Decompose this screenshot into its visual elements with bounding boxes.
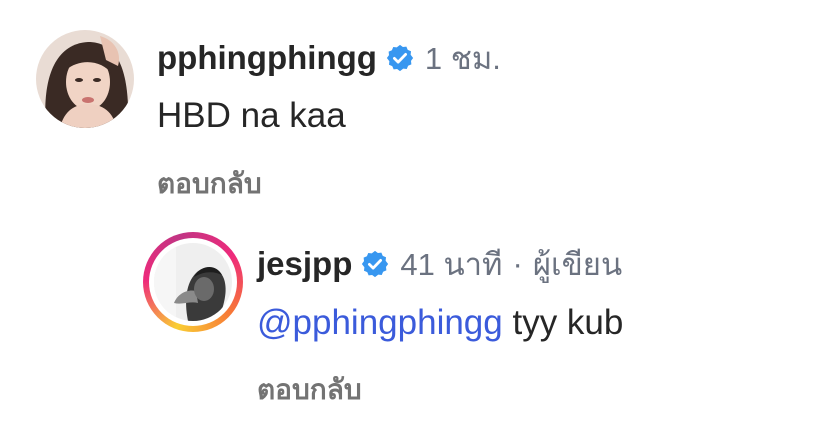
- profile-photo-icon: [36, 30, 134, 128]
- avatar[interactable]: [154, 243, 232, 321]
- comment-header: pphingphingg 1 ชม.: [157, 36, 501, 80]
- username[interactable]: pphingphingg: [157, 39, 377, 77]
- comment: pphingphingg 1 ชม. HBD na kaa ตอบกลับ: [0, 0, 823, 210]
- comment-time: 1 ชม.: [424, 41, 501, 76]
- comment-header: jesjpp 41 นาที · ผู้เขียน: [257, 242, 622, 286]
- verified-badge-icon: [360, 249, 390, 279]
- meta-separator: ·: [512, 246, 523, 281]
- avatar-gap: [149, 238, 237, 326]
- reply-button[interactable]: ตอบกลับ: [257, 368, 362, 412]
- mention-link[interactable]: @pphingphingg: [257, 303, 503, 342]
- author-badge: ผู้เขียน: [532, 247, 623, 282]
- comment-text: @pphingphingg tyy kub: [257, 303, 623, 343]
- username[interactable]: jesjpp: [257, 245, 352, 283]
- comment-time: 41 นาที: [400, 247, 503, 282]
- story-ring[interactable]: [143, 232, 243, 332]
- comment-text: HBD na kaa: [157, 96, 346, 135]
- verified-badge-icon: [385, 43, 415, 73]
- profile-photo-icon: [154, 243, 232, 321]
- avatar[interactable]: [36, 30, 134, 128]
- reply-comment: jesjpp 41 นาที · ผู้เขียน @pphingphingg …: [0, 220, 823, 431]
- reply-button[interactable]: ตอบกลับ: [157, 162, 262, 206]
- comment-body: tyy kub: [502, 303, 624, 342]
